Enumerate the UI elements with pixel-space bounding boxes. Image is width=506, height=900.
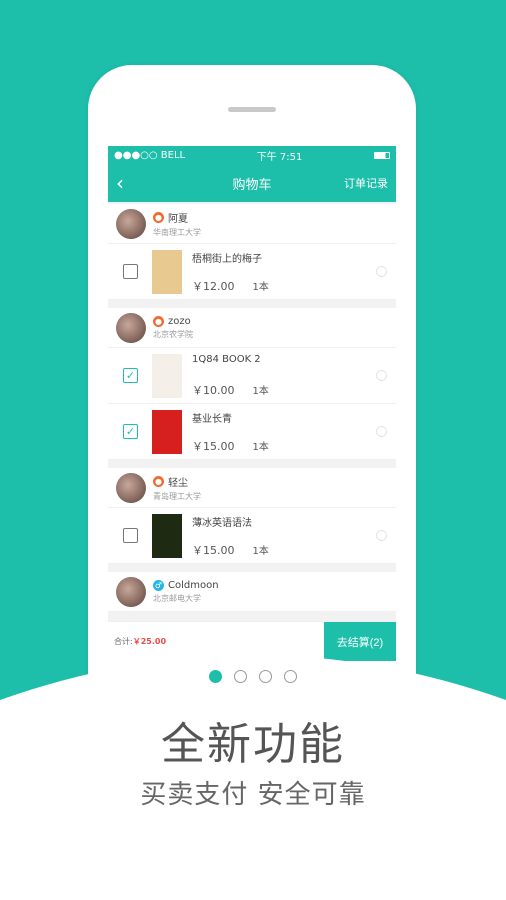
male-icon: ♂	[153, 579, 164, 591]
cart-item: 梧桐街上的梅子 ￥12.00 1本	[108, 244, 396, 300]
page-indicator	[0, 670, 506, 683]
order-history-link[interactable]: 订单记录	[344, 175, 388, 191]
book-quantity: 1本	[252, 545, 269, 557]
seller-info: ♂ Coldmoon 北京邮电大学	[153, 579, 219, 604]
delete-icon[interactable]	[376, 266, 387, 277]
seller-name-text: Coldmoon	[168, 579, 219, 591]
location-pin-icon: ●	[153, 211, 164, 223]
delete-icon[interactable]	[376, 426, 387, 437]
item-info: 薄冰英语语法 ￥15.00 1本	[192, 514, 396, 558]
seller-school: 青岛理工大学	[153, 491, 201, 501]
page-dot[interactable]	[209, 670, 222, 683]
cart-item: 薄冰英语语法 ￥15.00 1本	[108, 508, 396, 564]
seller-group: ♂ Coldmoon 北京邮电大学	[108, 572, 396, 612]
chevron-left-icon[interactable]: ‹	[116, 173, 124, 193]
seller-group: ● zozo 北京农学院 ✓ 1Q84 BOOK 2 ￥10.00 1本 ✓ 基业长青 ￥15.0…	[108, 308, 396, 460]
cart-item: ✓ 1Q84 BOOK 2 ￥10.00 1本	[108, 348, 396, 404]
book-cover-image	[152, 513, 182, 558]
cart-item: ✓ 基业长青 ￥15.00 1本	[108, 404, 396, 460]
status-time: 下午 7:51	[256, 151, 303, 163]
seller-info: ● 阿夏华南理工大学	[153, 210, 201, 238]
seller-name: ● 阿夏	[153, 210, 201, 225]
avatar	[116, 472, 146, 503]
location-pin-icon: ●	[153, 315, 164, 327]
price-line: ￥12.00 1本	[192, 278, 396, 294]
book-price: ￥12.00	[192, 279, 235, 293]
seller-row[interactable]: ● zozo 北京农学院	[108, 308, 396, 348]
seller-name-text: 阿夏	[168, 213, 188, 225]
avatar	[116, 312, 146, 343]
page-dot[interactable]	[284, 670, 297, 683]
seller-name: ● zozo	[153, 315, 193, 327]
book-quantity: 1本	[252, 281, 269, 293]
seller-school: 北京邮电大学	[153, 593, 201, 603]
book-title: 梧桐街上的梅子	[192, 253, 262, 265]
item-info: 1Q84 BOOK 2 ￥10.00 1本	[192, 354, 396, 398]
headline: 全新功能	[161, 719, 345, 770]
seller-group: ● 轻尘青岛理工大学薄冰英语语法 ￥15.00 1本	[108, 468, 396, 564]
price-line: ￥15.00 1本	[192, 438, 396, 454]
book-cover-image	[152, 353, 182, 398]
page-dot[interactable]	[234, 670, 247, 683]
book-price: ￥15.00	[192, 543, 235, 557]
seller-name: ♂ Coldmoon	[153, 579, 219, 591]
nav-bar: ‹ 购物车 订单记录	[108, 164, 396, 202]
item-info: 梧桐街上的梅子 ￥12.00 1本	[192, 250, 396, 294]
book-title: 薄冰英语语法	[192, 517, 252, 529]
seller-info: ● zozo 北京农学院	[153, 315, 193, 340]
seller-name-text: 轻尘	[168, 477, 188, 489]
seller-name-text: zozo	[168, 315, 191, 327]
item-checkbox[interactable]: ✓	[123, 424, 138, 439]
seller-row[interactable]: ● 阿夏华南理工大学	[108, 204, 396, 244]
seller-info: ● 轻尘青岛理工大学	[153, 474, 201, 502]
avatar	[116, 576, 146, 607]
seller-row[interactable]: ♂ Coldmoon 北京邮电大学	[108, 572, 396, 612]
cart-list: ● 阿夏华南理工大学梧桐街上的梅子 ￥12.00 1本 ● zozo 北京农学院 ✓ 1Q84 …	[108, 202, 396, 612]
book-title: 基业长青	[192, 413, 232, 425]
book-cover-image	[152, 409, 182, 454]
delete-icon[interactable]	[376, 530, 387, 541]
book-quantity: 1本	[252, 385, 269, 397]
book-cover-image	[152, 249, 182, 294]
price-line: ￥10.00 1本	[192, 382, 396, 398]
seller-name: ● 轻尘	[153, 474, 201, 489]
item-checkbox[interactable]	[123, 264, 138, 279]
seller-school: 北京农学院	[153, 329, 193, 339]
item-checkbox[interactable]: ✓	[123, 368, 138, 383]
book-title: 1Q84 BOOK 2	[192, 353, 261, 365]
app-screen: ●●●○○ BELL 下午 7:51 ‹ 购物车 订单记录 ● 阿夏华南理工大学梧…	[108, 146, 396, 661]
item-checkbox[interactable]	[123, 528, 138, 543]
phone-speaker	[228, 107, 276, 112]
price-line: ￥15.00 1本	[192, 542, 396, 558]
battery-icon	[374, 151, 390, 159]
status-bar: ●●●○○ BELL 下午 7:51	[108, 146, 396, 164]
book-price: ￥10.00	[192, 383, 235, 397]
avatar	[116, 208, 146, 239]
book-price: ￥15.00	[192, 439, 235, 453]
subline: 买卖支付 安全可靠	[140, 780, 366, 810]
seller-school: 华南理工大学	[153, 227, 201, 237]
item-info: 基业长青 ￥15.00 1本	[192, 410, 396, 454]
delete-icon[interactable]	[376, 370, 387, 381]
book-quantity: 1本	[252, 441, 269, 453]
location-pin-icon: ●	[153, 475, 164, 487]
carrier: ●●●○○ BELL	[114, 149, 186, 161]
seller-group: ● 阿夏华南理工大学梧桐街上的梅子 ￥12.00 1本	[108, 204, 396, 300]
page-dot[interactable]	[259, 670, 272, 683]
seller-row[interactable]: ● 轻尘青岛理工大学	[108, 468, 396, 508]
